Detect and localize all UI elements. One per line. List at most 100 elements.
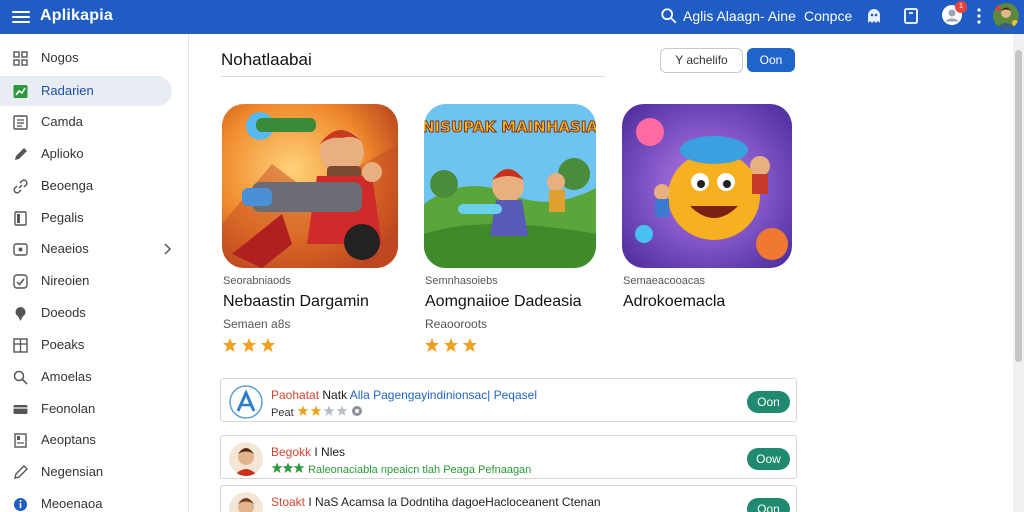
more-vertical-icon[interactable] xyxy=(977,7,981,25)
chart-icon xyxy=(13,85,28,98)
tag-icon xyxy=(14,465,28,479)
app-developer: Reaooroots xyxy=(425,317,488,331)
star-icon xyxy=(463,338,477,352)
app-category: Semnhasoiebs xyxy=(425,275,498,287)
compare-link[interactable]: Conpce xyxy=(804,8,852,24)
search-query-text[interactable]: Aglis Alaagn- Aine xyxy=(683,8,796,24)
top-app-bar: Aplikapia Aglis Alaagn- Aine Conpce 1 xyxy=(0,0,1024,34)
tablet-icon[interactable] xyxy=(901,6,921,26)
sidebar-item-pegalis[interactable]: Pegalis xyxy=(0,203,172,233)
sidebar-item-poeaks[interactable]: Poeaks xyxy=(0,330,172,360)
sidebar-item-amoelas[interactable]: Amoelas xyxy=(0,362,172,392)
list-item-title: Stoakt I NaS Acamsa la Dodntiha dagoeHac… xyxy=(271,495,601,509)
ghost-icon[interactable] xyxy=(864,6,884,26)
star-rating xyxy=(271,462,305,473)
notification-badge: 1 xyxy=(955,1,967,13)
sidebar-item-beoenga[interactable]: Beoenga xyxy=(0,171,172,201)
open-button[interactable]: Oon xyxy=(747,48,795,72)
sidebar-item-nogos[interactable]: Nogos xyxy=(0,43,172,73)
check-icon xyxy=(13,274,28,289)
sidebar-item-label: Pegalis xyxy=(41,210,84,225)
app-title: Aplikapia xyxy=(40,7,113,24)
list-item[interactable]: Stoakt I NaS Acamsa la Dodntiha dagoeHac… xyxy=(220,485,797,512)
sidebar-item-label: Meoenaoa xyxy=(41,496,103,511)
featured-app-card[interactable]: Seorabniaods Nebaastin Dargamin Semaen a… xyxy=(222,104,400,352)
sidebar-item-label: Aeoptans xyxy=(41,432,96,447)
chevron-right-icon[interactable] xyxy=(162,242,172,256)
sidebar-item-negensian[interactable]: Negensian xyxy=(0,457,172,487)
sidebar-item-label: Neaeios xyxy=(41,241,89,256)
star-rating xyxy=(425,338,477,352)
app-category: Semaeacooacas xyxy=(623,275,705,287)
app-thumbnail-creature xyxy=(622,104,792,268)
sidebar-item-aeoptans[interactable]: Aeoptans xyxy=(0,425,172,455)
sidebar-item-radarien[interactable]: Radarien xyxy=(0,76,172,106)
sidebar-item-label: Beoenga xyxy=(41,178,94,193)
app-developer: Semaen a8s xyxy=(223,317,291,331)
list-item-title: Begokk I Nles xyxy=(271,445,346,459)
open-app-button[interactable]: Oon xyxy=(747,498,790,512)
list-item-title: Paohatat Natk Alla Pagengayindinionsac| … xyxy=(271,388,537,402)
sidebar-item-label: Negensian xyxy=(41,464,104,479)
sidebar-item-label: Feonolan xyxy=(41,401,96,416)
list-item-meta: Raleonaciabla npeaicn tlah Peaga Pefnaag… xyxy=(271,462,531,476)
search-icon[interactable] xyxy=(660,7,678,25)
sidebar-item-nireoien[interactable]: Nireoien xyxy=(0,266,172,296)
star-icon xyxy=(223,338,237,352)
link-icon xyxy=(13,179,28,194)
circle-info-icon xyxy=(14,498,27,511)
app-category: Seorabniaods xyxy=(223,275,291,287)
hamburger-menu-icon[interactable] xyxy=(12,8,30,26)
star-icon xyxy=(425,338,439,352)
document-icon xyxy=(14,433,27,448)
list-item[interactable]: Paohatat Natk Alla Pagengayindinionsac| … xyxy=(220,378,797,422)
grid-icon xyxy=(13,51,28,66)
star-icon xyxy=(261,338,275,352)
sidebar-item-label: Nogos xyxy=(41,50,79,65)
open-app-button[interactable]: Oon xyxy=(747,391,790,413)
featured-app-card[interactable]: NISUPAK MAINHASIA Semnhasoiebs Aomgnaiio… xyxy=(424,104,602,352)
app-avatar xyxy=(229,442,263,476)
sidebar-item-feonolan[interactable]: Feonolan xyxy=(0,394,172,424)
star-rating xyxy=(223,338,275,352)
app-avatar xyxy=(229,385,263,419)
list-item[interactable]: Begokk I Nles Raleonaciabla npeaicn tlah… xyxy=(220,435,797,479)
title-divider xyxy=(221,76,605,77)
app-name: Nebaastin Dargamin xyxy=(223,293,369,310)
table-icon xyxy=(13,338,28,353)
open-app-button[interactable]: Oow xyxy=(747,448,790,470)
sidebar-item-doeods[interactable]: Doeods xyxy=(0,298,172,328)
star-icon xyxy=(242,338,256,352)
sidebar-item-label: Amoelas xyxy=(41,369,92,384)
list-item-meta: Peat xyxy=(271,405,365,419)
app-thumbnail-adventure: NISUPAK MAINHASIA xyxy=(424,104,596,268)
navigation-sidebar: Nogos Radarien Camda Aplioko Beoenga Peg… xyxy=(0,34,189,512)
sidebar-item-label: Doeods xyxy=(41,305,86,320)
section-title: Nohatlaabai xyxy=(221,50,312,69)
edit-icon xyxy=(15,148,27,160)
sidebar-item-neaeios[interactable]: Neaeios xyxy=(0,234,172,264)
list-icon xyxy=(13,115,28,130)
sidebar-item-label: Nireoien xyxy=(41,273,90,288)
star-icon xyxy=(444,338,458,352)
vertical-scrollbar[interactable] xyxy=(1013,34,1024,512)
app-avatar xyxy=(229,492,263,512)
star-rating xyxy=(297,405,362,416)
user-avatar[interactable] xyxy=(993,3,1019,29)
pin-icon xyxy=(15,307,26,321)
featured-app-card[interactable]: Semaeacooacas Adrokoemacla xyxy=(622,104,800,310)
scrollbar-thumb[interactable] xyxy=(1015,50,1022,362)
box-icon xyxy=(13,243,28,256)
sidebar-item-camda[interactable]: Camda xyxy=(0,107,172,137)
sidebar-item-meoenaoa[interactable]: Meoenaoa xyxy=(0,489,172,512)
filter-button[interactable]: Y achelifo xyxy=(660,48,743,73)
sidebar-item-label: Camda xyxy=(41,114,83,129)
app-name: Aomgnaiioe Dadeasia xyxy=(425,293,582,310)
game-banner-text: NISUPAK MAINHASIA xyxy=(424,118,596,136)
sidebar-item-label: Poeaks xyxy=(41,337,85,352)
sidebar-item-aplioko[interactable]: Aplioko xyxy=(0,139,172,169)
magnify-icon xyxy=(13,370,28,385)
app-thumbnail-hero-blaster xyxy=(222,104,398,268)
sidebar-item-label: Aplioko xyxy=(41,146,84,161)
app-name: Adrokoemacla xyxy=(623,293,726,310)
